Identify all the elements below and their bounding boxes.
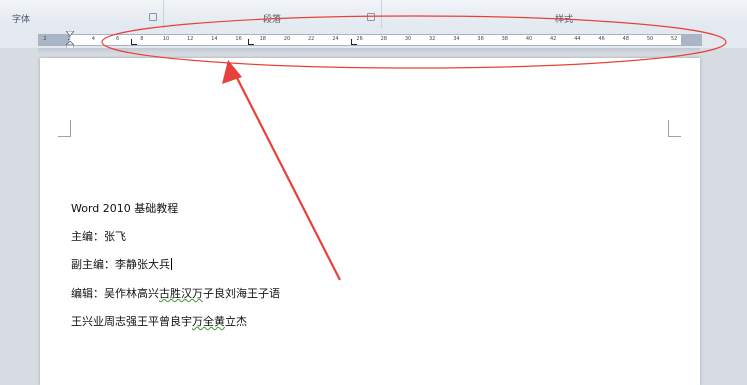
ruler-tick-label: 6 — [116, 36, 120, 42]
ruler-right-margin — [681, 35, 701, 45]
proofing-underlined-text: 古胜汉万 — [159, 287, 203, 300]
ruler-tick-label: 42 — [550, 36, 557, 42]
ribbon-group-paragraph-label: 段落 — [262, 15, 281, 25]
ruler-track[interactable]: 2 2 4 6 8 10 12 14 16 18 20 22 24 26 28 30 32 34 36 38 40 42 4… — [38, 31, 702, 49]
ruler-shadow — [38, 48, 700, 54]
ruler-tick-label: 14 — [211, 36, 218, 42]
ruler-tick-label: 38 — [501, 36, 508, 42]
doc-line-editor[interactable]: 主编：张飞 — [71, 228, 126, 244]
ruler-tick-label: 46 — [598, 36, 605, 42]
ruler-tick-label: 8 — [140, 36, 144, 42]
document-page[interactable]: Word 2010 基础教程 主编：张飞 副主编：李静张大兵 编辑：吴作林高兴古… — [40, 58, 700, 385]
ruler-tick-label: 2 — [43, 36, 47, 42]
tab-stop-icon[interactable] — [131, 39, 137, 45]
ruler-tick-label: 40 — [525, 36, 533, 42]
ribbon-group-paragraph: 段落 — [163, 0, 382, 28]
ruler-tick-label: 26 — [356, 36, 363, 42]
ruler-tick-label: 16 — [235, 36, 242, 42]
ruler-tick-label: 32 — [429, 36, 436, 42]
doc-line-editors-rest: 子良刘海王子语 — [203, 287, 280, 300]
ruler-tick-label: 30 — [404, 36, 412, 42]
ruler-tick-label: 12 — [187, 36, 194, 42]
ruler-tick-label: 48 — [622, 36, 629, 42]
doc-line-editors-prefix: 编辑：吴作林高兴 — [71, 287, 159, 300]
ribbon-group-font-label: 字体 — [12, 15, 31, 25]
tab-stop-icon[interactable] — [248, 39, 254, 45]
text-cursor — [171, 258, 172, 270]
doc-line-names[interactable]: 王兴业周志强王平曾良宇万全黄立杰 — [71, 313, 247, 329]
proofing-underlined-text: 万全黄 — [192, 315, 225, 328]
ruler-tick-label: 44 — [574, 36, 581, 42]
ribbon-group-bar: 字体 段落 样式 — [0, 0, 747, 29]
doc-line-names-rest: 立杰 — [225, 315, 247, 328]
ribbon-group-styles: 样式 — [381, 0, 747, 28]
doc-line-deputy-editor[interactable]: 副主编：李静张大兵 — [71, 256, 172, 272]
margin-corner-mark-top-left — [58, 120, 71, 137]
doc-line-names-prefix: 王兴业周志强王平曾良宇 — [71, 315, 192, 328]
indent-marker-icon[interactable] — [66, 31, 74, 49]
ruler-tick-label: 10 — [162, 36, 170, 42]
doc-line-deputy-editor-text: 副主编：李静张大兵 — [71, 258, 170, 271]
ruler-tick-label: 22 — [308, 36, 315, 42]
margin-corner-mark-top-right — [668, 120, 681, 137]
ruler-tick-label: 34 — [453, 36, 460, 42]
ruler-tick-label: 50 — [646, 36, 654, 42]
ribbon-group-font: 字体 — [0, 0, 164, 28]
tab-stop-icon[interactable] — [351, 39, 357, 45]
doc-line-editors[interactable]: 编辑：吴作林高兴古胜汉万子良刘海王子语 — [71, 285, 280, 301]
ruler-tick-label: 4 — [91, 36, 95, 42]
ruler-tick-label: 36 — [477, 36, 484, 42]
ribbon-group-styles-label: 样式 — [554, 15, 573, 25]
paragraph-dialog-launcher-icon[interactable] — [367, 13, 375, 21]
ruler-tick-label: 18 — [259, 36, 266, 42]
horizontal-ruler[interactable]: 2 2 4 6 8 10 12 14 16 18 20 22 24 26 28 30 32 34 36 38 40 42 4… — [0, 28, 747, 49]
doc-line-title[interactable]: Word 2010 基础教程 — [71, 200, 178, 216]
ruler-tick-label: 52 — [671, 36, 678, 42]
ruler-tick-label: 24 — [332, 36, 339, 42]
ruler-tick-label: 20 — [283, 36, 291, 42]
font-dialog-launcher-icon[interactable] — [149, 13, 157, 21]
ruler-tick-label: 28 — [380, 36, 387, 42]
